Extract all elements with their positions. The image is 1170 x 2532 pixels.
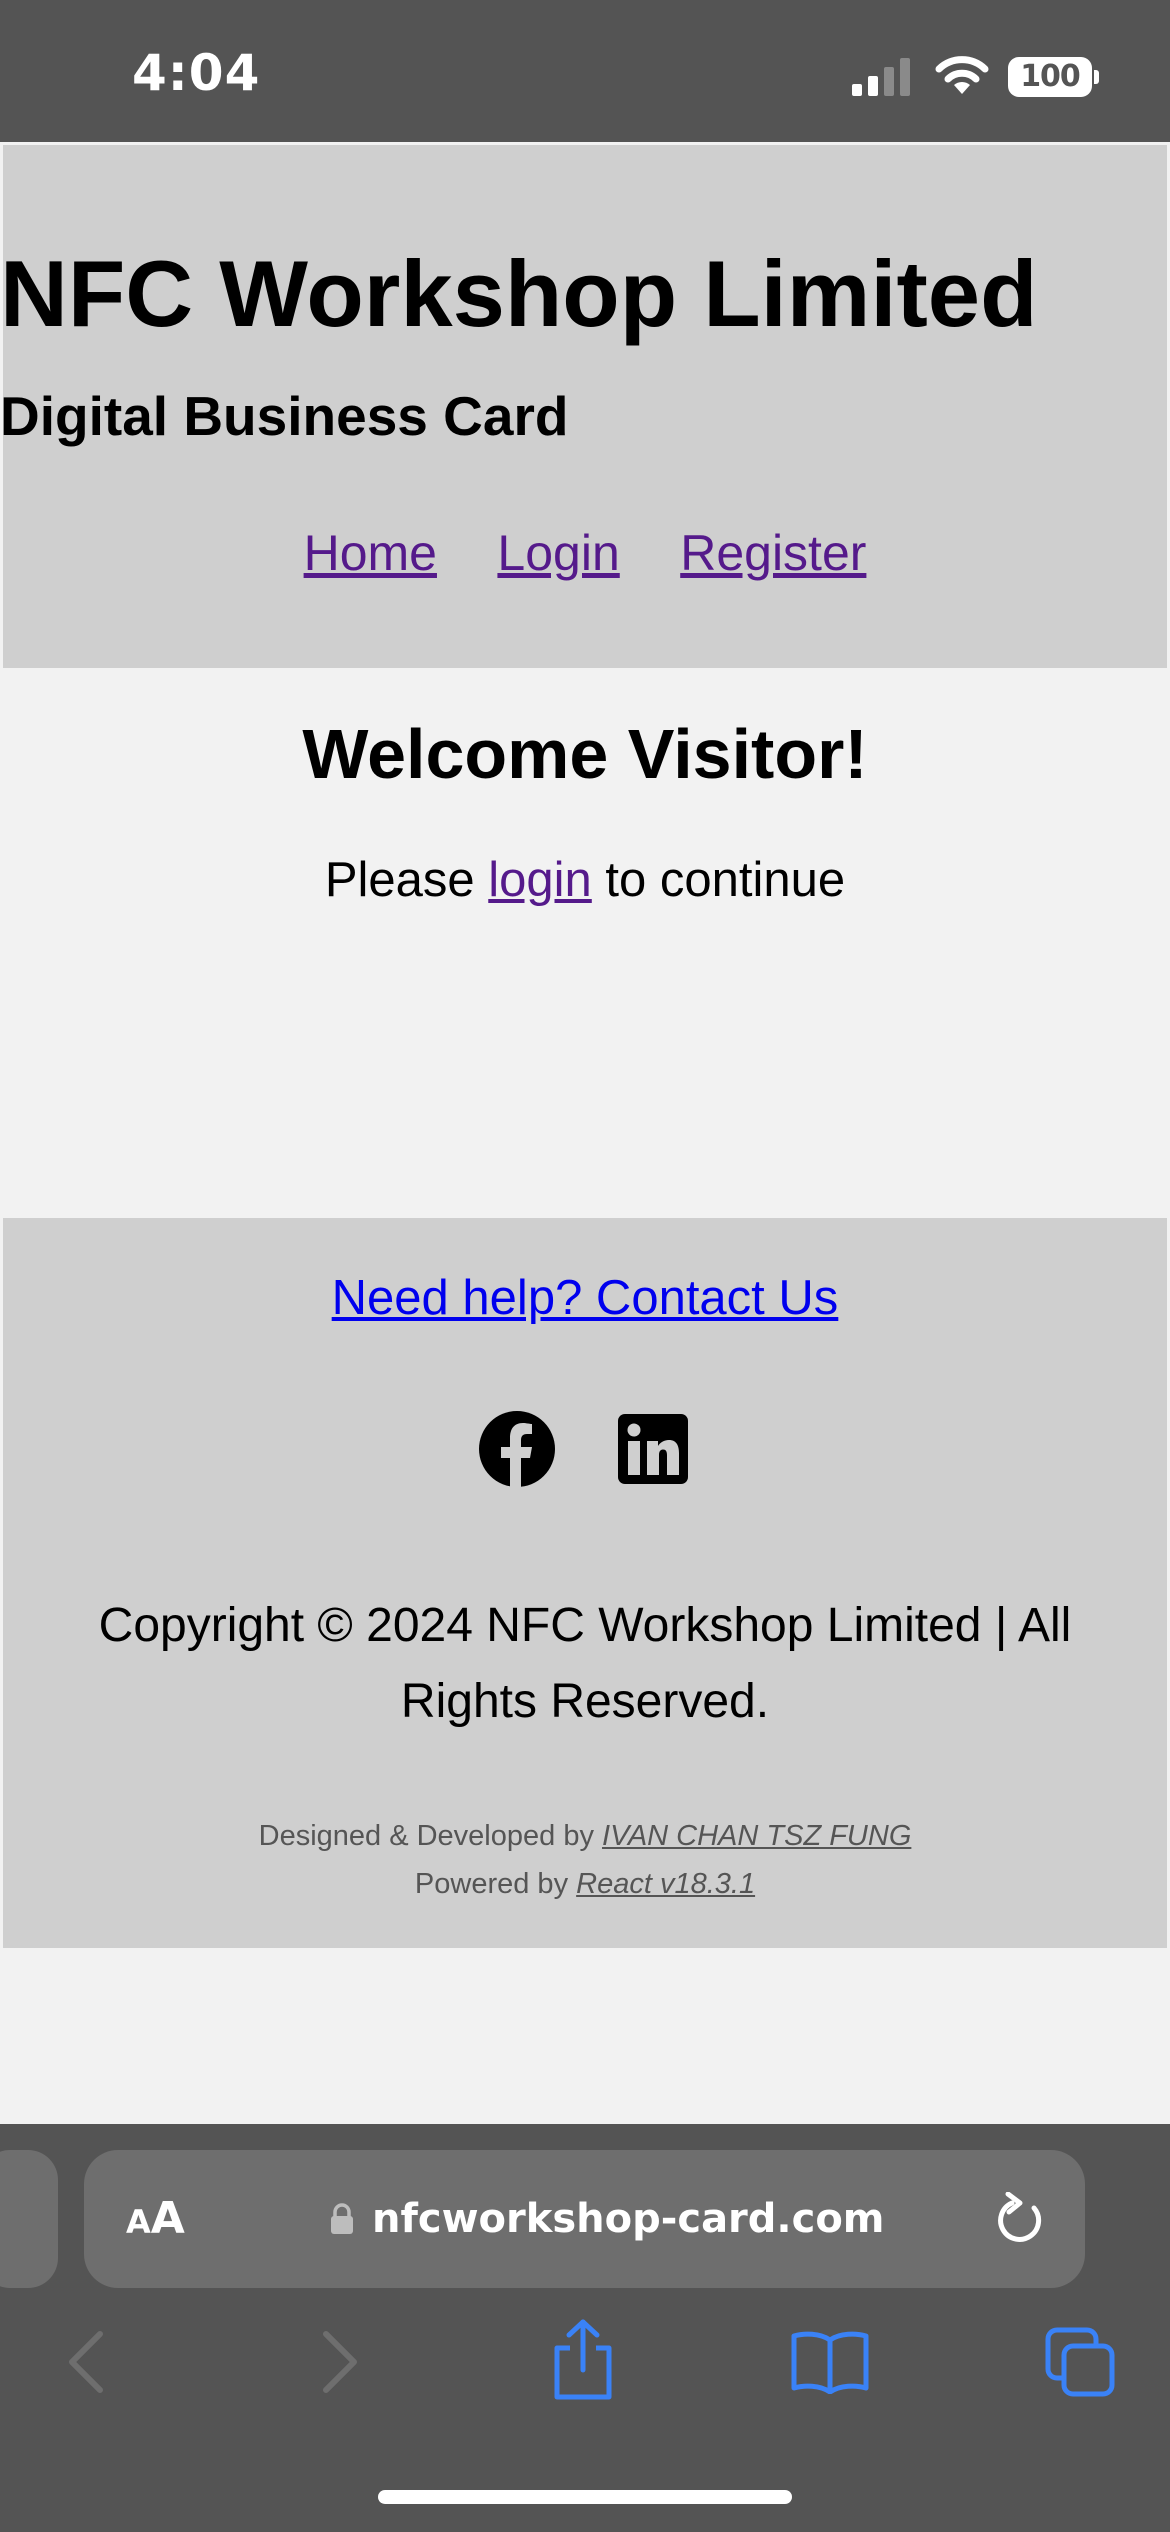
nav-home-link[interactable]: Home <box>304 525 437 581</box>
linkedin-icon[interactable] <box>618 1414 688 1484</box>
back-icon[interactable] <box>64 2328 108 2396</box>
designer-link[interactable]: IVAN CHAN TSZ FUNG <box>602 1820 911 1852</box>
bookmarks-icon[interactable] <box>790 2330 870 2394</box>
lock-icon <box>331 2203 353 2234</box>
credits: Designed & Developed by IVAN CHAN TSZ FU… <box>0 1812 1170 1908</box>
battery-icon: 100 <box>1008 57 1092 97</box>
login-link[interactable]: login <box>488 853 592 907</box>
nav-register-link[interactable]: Register <box>680 525 866 581</box>
nav-login-link[interactable]: Login <box>497 525 619 581</box>
site-subtitle: Digital Business Card <box>0 385 569 447</box>
share-icon[interactable] <box>550 2318 616 2402</box>
battery-nub <box>1094 70 1099 84</box>
copyright-text: Copyright © 2024 NFC Workshop Limited | … <box>98 1599 1072 1728</box>
react-link[interactable]: React v18.3.1 <box>576 1868 755 1900</box>
text-size-button[interactable]: AA <box>126 2186 196 2252</box>
wifi-icon <box>935 56 989 94</box>
contact-us-link[interactable]: Need help? Contact Us <box>0 1270 1170 1326</box>
powered-by-line: Powered by React v18.3.1 <box>0 1860 1170 1908</box>
facebook-icon[interactable] <box>478 1410 556 1488</box>
login-prompt-before: Please <box>324 853 489 907</box>
designed-by-prefix: Designed & Developed by <box>258 1820 603 1852</box>
main-nav: Home Login Register <box>0 524 1170 582</box>
home-indicator[interactable] <box>378 2490 792 2504</box>
forward-icon[interactable] <box>318 2328 362 2396</box>
powered-by-prefix: Powered by <box>414 1868 577 1900</box>
reload-icon[interactable] <box>994 2192 1046 2246</box>
welcome-heading: Welcome Visitor! <box>302 715 868 793</box>
signal-icon <box>852 58 910 96</box>
login-prompt: Please login to continue <box>0 852 1170 908</box>
tabs-icon[interactable] <box>1044 2326 1116 2398</box>
designed-by-line: Designed & Developed by IVAN CHAN TSZ FU… <box>0 1812 1170 1860</box>
login-prompt-after: to continue <box>591 853 846 907</box>
status-time: 4:04 <box>132 44 261 102</box>
previous-tab-peek[interactable] <box>0 2150 58 2288</box>
site-title: NFC Workshop Limited <box>0 241 1038 346</box>
url-text[interactable]: nfcworkshop-card.com <box>372 2190 884 2248</box>
